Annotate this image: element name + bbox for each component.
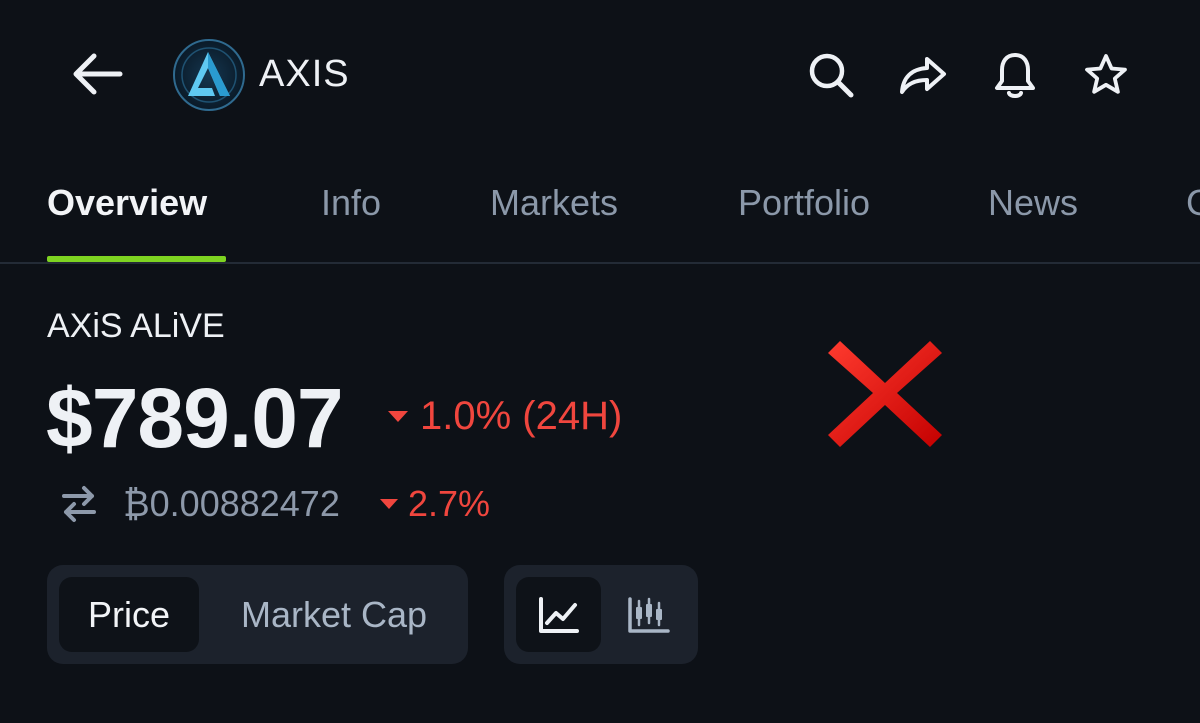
candlestick-chart-button[interactable] [609,577,689,652]
down-triangle-icon [388,410,408,422]
coin-name: AXiS ALiVE [47,307,225,345]
price-change-text: 1.0% (24H) [420,394,623,438]
btc-price-change: 2.7% [380,482,490,526]
share-icon [900,57,946,94]
favorite-button[interactable] [1081,50,1131,100]
price-value: $789.07 [46,371,344,465]
back-button[interactable] [66,46,128,102]
market-cap-toggle-button[interactable]: Market Cap [209,577,459,652]
app-name: AXIS [259,53,350,95]
bell-icon [995,53,1035,98]
star-icon [1085,54,1127,94]
btc-change-text: 2.7% [408,483,491,524]
axis-logo [173,39,245,111]
down-triangle-icon [380,499,398,509]
swap-icon[interactable] [58,482,100,524]
tab-markets[interactable]: Markets [490,180,618,226]
active-tab-indicator [47,256,226,262]
tab-info[interactable]: Info [321,180,381,226]
search-button[interactable] [806,50,856,100]
candlestick-chart-icon [628,596,670,633]
top-bar: AXIS [0,0,1200,150]
tab-news[interactable]: News [988,180,1078,226]
back-arrow-icon [73,53,123,95]
tab-partial[interactable]: C [1186,180,1200,226]
search-icon [809,53,854,98]
btc-price-value: ₿0.00882472 [123,483,340,524]
price-change-24h: 1.0% (24H) [388,392,622,440]
tab-portfolio[interactable]: Portfolio [738,180,870,226]
notifications-button[interactable] [990,50,1040,100]
price-toggle-button[interactable]: Price [59,577,199,652]
chart-type-toggle [504,565,698,664]
line-chart-button[interactable] [516,577,601,652]
metric-toggle: Price Market Cap [47,565,468,664]
tab-bar: Overview Info Markets Portfolio News C [0,150,1200,264]
share-button[interactable] [898,50,948,100]
tab-overview[interactable]: Overview [47,180,207,226]
line-chart-icon [538,596,579,633]
red-x-icon [828,341,942,447]
